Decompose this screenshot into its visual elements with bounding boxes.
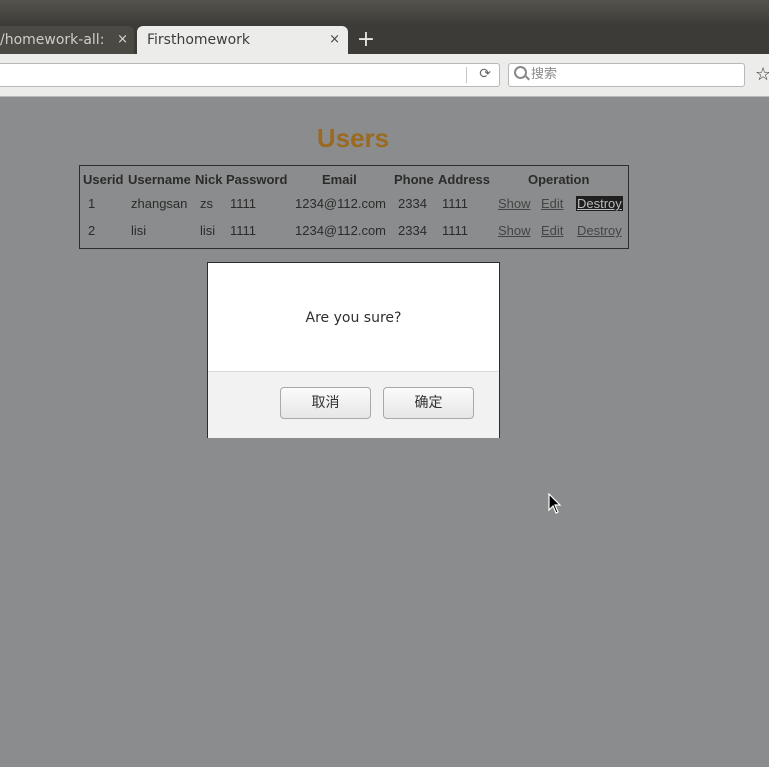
tab-title: /homework-all:: [0, 32, 105, 48]
url-input[interactable]: ⟳: [0, 63, 500, 87]
tab-firsthomework[interactable]: Firsthomework ×: [137, 26, 348, 54]
ok-button[interactable]: 确定: [383, 387, 474, 419]
cell-nick: zs: [200, 196, 213, 211]
column-header-email: Email: [322, 172, 357, 187]
close-icon[interactable]: ×: [329, 26, 340, 54]
column-header-operation: Operation: [528, 172, 590, 187]
show-link[interactable]: Show: [498, 223, 531, 238]
tab-homework-all[interactable]: /homework-all: ×: [0, 26, 134, 54]
column-header-password: Password: [226, 172, 288, 187]
destroy-link[interactable]: Destroy: [576, 196, 623, 211]
tab-strip: /homework-all: × Firsthomework ×: [0, 26, 769, 54]
edit-link[interactable]: Edit: [541, 223, 563, 238]
url-separator: [466, 67, 467, 83]
cell-phone: 2334: [398, 223, 427, 238]
cell-username: lisi: [131, 223, 147, 238]
navigation-toolbar: ⟳ 搜索 ☆: [0, 54, 769, 97]
cell-address: 1111: [442, 196, 469, 211]
column-header-phone: Phone: [394, 172, 434, 187]
column-header-nick: Nick: [195, 172, 223, 187]
cell-userid: 1: [88, 196, 96, 211]
cell-userid: 2: [88, 223, 96, 238]
search-icon: [514, 66, 527, 79]
destroy-link[interactable]: Destroy: [577, 223, 622, 238]
column-header-address: Address: [438, 172, 491, 187]
dialog-message: Are you sure?: [305, 310, 402, 326]
search-input[interactable]: 搜索: [508, 63, 745, 87]
window-titlebar: [0, 0, 769, 26]
column-header-userid: Userid: [83, 172, 124, 187]
edit-link[interactable]: Edit: [541, 196, 563, 211]
tab-title: Firsthomework: [147, 32, 251, 48]
confirm-dialog: Are you sure? 取消 确定: [207, 262, 500, 438]
page-title: Users: [316, 123, 390, 153]
users-table: Userid Username Nick Password Email Phon…: [79, 165, 629, 249]
cell-phone: 2334: [398, 196, 427, 211]
cell-password: 1111: [230, 223, 257, 238]
column-header-username: Username: [128, 172, 191, 187]
cell-email: 1234@112.com: [295, 196, 387, 211]
reload-icon[interactable]: ⟳: [479, 66, 491, 82]
cell-username: zhangsan: [131, 196, 188, 211]
bookmark-star-icon[interactable]: ☆: [755, 64, 769, 85]
cell-email: 1234@112.com: [295, 223, 387, 238]
dialog-footer: 取消 确定: [208, 371, 499, 438]
cell-password: 1111: [230, 196, 257, 211]
cancel-button[interactable]: 取消: [280, 387, 371, 419]
search-placeholder: 搜索: [531, 67, 558, 82]
close-icon[interactable]: ×: [113, 26, 128, 54]
show-link[interactable]: Show: [498, 196, 531, 211]
new-tab-plus-icon[interactable]: +: [355, 26, 377, 54]
cell-address: 1111: [442, 223, 469, 238]
cell-nick: lisi: [200, 223, 216, 238]
